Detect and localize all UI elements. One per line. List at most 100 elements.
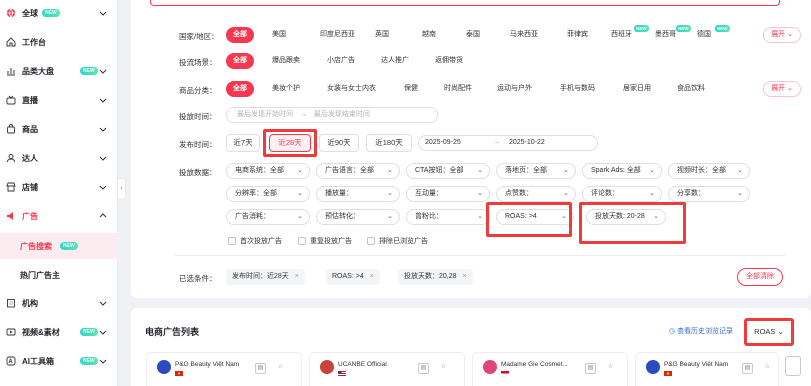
publish-time-180d[interactable]: 近180天 — [366, 134, 412, 152]
select-landing-page[interactable]: 落地页：全部 ⌄ — [496, 163, 576, 179]
launch-time-range-input[interactable]: 最后发现开始时间 → 最后发现结束时间 — [226, 107, 438, 123]
new-badge: NEW — [715, 25, 730, 32]
close-icon[interactable]: × — [370, 273, 374, 280]
star-icon[interactable]: ☆ — [275, 363, 286, 374]
condition-tag[interactable]: ROAS: >4 × — [326, 269, 380, 285]
category-option[interactable]: 运动与户外 — [490, 81, 539, 97]
sidebar-item-influencers[interactable]: 达人 — [0, 147, 118, 169]
ad-card[interactable]: Madame Gie Cosmet... ▤ ☆ — [472, 352, 628, 386]
select-views[interactable]: 播放量： ⌄ — [316, 186, 400, 202]
end-placeholder: 最后发现结束时间 — [313, 111, 370, 118]
sidebar-item-products[interactable]: 商品 — [0, 118, 118, 140]
select-resolution[interactable]: 分辨率：全部 ⌄ — [226, 186, 310, 202]
region-option[interactable]: 印度尼西亚 — [313, 27, 362, 43]
category-option[interactable]: 食品饮料 — [670, 81, 712, 97]
category-option[interactable]: 女装与女士内衣 — [320, 81, 383, 97]
sidebar-collapse-toggle[interactable]: ‹ — [118, 178, 126, 200]
sidebar-item-video-materials[interactable]: 视频&素材 NEW — [0, 321, 118, 343]
select-ad-spend[interactable]: 广告消耗： ⌄ — [226, 209, 310, 225]
expand-label: 展开 — [771, 85, 786, 92]
category-option[interactable]: 居家日用 — [616, 81, 658, 97]
select-label: 评论数： — [591, 190, 619, 197]
scene-option[interactable]: 小店广告 — [320, 53, 362, 69]
region-option[interactable]: 越南 — [415, 27, 443, 43]
region-option[interactable]: 马来西亚 — [503, 27, 545, 43]
close-icon[interactable]: × — [295, 273, 299, 280]
sidebar-item-label: 达人 — [22, 153, 38, 163]
publish-date-range-input[interactable]: 2025-09-25 → 2025-10-22 — [418, 135, 598, 151]
select-comments[interactable]: 评论数： ⌄ — [582, 186, 662, 202]
sort-roas-button[interactable]: ROAS ⌄ — [744, 318, 794, 346]
checkbox-first-launch[interactable]: 首次投放广告 — [228, 236, 282, 246]
select-label: Spark Ads: 全部 — [591, 167, 641, 174]
sidebar-item-label: 视频&素材 — [22, 327, 60, 337]
ad-card[interactable]: P&G Beauty Việt Nam ▤ ☆ — [146, 352, 302, 386]
sidebar-item-category-market[interactable]: 品类大盘 NEW — [0, 60, 118, 82]
highlight-box — [486, 202, 572, 237]
publish-time-90d[interactable]: 近90天 — [319, 134, 359, 152]
document-icon[interactable] — [785, 356, 801, 376]
sidebar-item-stores[interactable]: 店铺 — [0, 176, 118, 198]
sidebar-sub-item-ad-search[interactable]: 广告搜索 NEW — [0, 233, 118, 259]
select-ecommerce-system[interactable]: 电商系统：全部 ⌄ — [226, 163, 310, 179]
condition-tag[interactable]: 发布时间：近28天 × — [226, 269, 305, 285]
sidebar-item-agencies[interactable]: 机构 — [0, 292, 118, 314]
checkbox-box — [228, 237, 236, 245]
category-option-all[interactable]: 全部 — [226, 81, 254, 97]
select-follower-ratio[interactable]: 曾粉比： ⌄ — [406, 209, 490, 225]
select-ad-language[interactable]: 广告语言：全部 ⌄ — [316, 163, 400, 179]
avatar — [157, 360, 171, 374]
condition-tag[interactable]: 投放天数：20,28 × — [398, 269, 473, 285]
region-option[interactable]: 菲律宾 — [560, 27, 595, 43]
sidebar-item-global[interactable]: 全球 NEW — [0, 2, 118, 24]
select-est-conversions[interactable]: 预估转化： ⌄ — [316, 209, 400, 225]
category-option[interactable]: 时尚配件 — [437, 81, 479, 97]
category-option[interactable]: 美妆个护 — [265, 81, 307, 97]
close-icon[interactable]: × — [463, 273, 467, 280]
select-label: 落地页：全部 — [505, 167, 547, 174]
star-icon[interactable]: ☆ — [438, 363, 449, 374]
select-spark-ads[interactable]: Spark Ads: 全部 ⌄ — [582, 163, 662, 179]
ai-icon — [6, 356, 16, 366]
history-link-label: 查看历史浏览记录 — [677, 328, 734, 335]
checkbox-repeat-launch[interactable]: 重复投放广告 — [298, 236, 352, 246]
region-option[interactable]: 英国 — [368, 27, 396, 43]
clear-all-button[interactable]: 全部清除 — [737, 268, 783, 286]
select-cta-button[interactable]: CTA按钮：全部 ⌄ — [406, 163, 490, 179]
info-icon[interactable]: ▤ — [742, 363, 753, 374]
scene-option-all[interactable]: 全部 — [226, 53, 254, 69]
publish-time-7d[interactable]: 近7天 — [226, 134, 260, 152]
region-expand-button[interactable]: 展开 ⌄ — [763, 27, 801, 43]
sidebar-item-ads[interactable]: 广告 — [0, 205, 118, 227]
star-icon[interactable]: ☆ — [762, 363, 773, 374]
select-label: 电商系统：全部 — [235, 167, 284, 174]
scene-option[interactable]: 返佣带货 — [428, 53, 470, 69]
category-option[interactable]: 保健 — [397, 81, 425, 97]
select-likes[interactable]: 点赞数： ⌄ — [496, 186, 576, 202]
category-option[interactable]: 手机与数码 — [553, 81, 602, 97]
scene-option[interactable]: 达人推广 — [374, 53, 416, 69]
info-icon[interactable]: ▤ — [585, 363, 596, 374]
sidebar-item-live[interactable]: 直播 — [0, 89, 118, 111]
category-expand-button[interactable]: 展开 ⌄ — [763, 81, 801, 97]
star-icon[interactable]: ☆ — [605, 363, 616, 374]
region-option-all[interactable]: 全部 — [226, 27, 254, 43]
sidebar-item-workbench[interactable]: 工作台 — [0, 31, 118, 53]
sidebar-sub-item-top-advertisers[interactable]: 热门广告主 — [0, 262, 118, 288]
select-video-duration[interactable]: 视频时长：全部 ⌄ — [668, 163, 750, 179]
new-badge: NEW — [676, 25, 691, 32]
sidebar-item-ai-tools[interactable]: AI工具箱 NEW — [0, 350, 118, 372]
ad-card[interactable]: UCANBE Official ▤ ☆ — [309, 352, 465, 386]
region-option[interactable]: 泰国 — [459, 27, 487, 43]
scene-option[interactable]: 爆品跟卖 — [265, 53, 307, 69]
history-link[interactable]: ◷ 查看历史浏览记录 — [669, 326, 733, 336]
bag-icon — [6, 124, 16, 134]
select-shares[interactable]: 分享数： ⌄ — [668, 186, 750, 202]
info-icon[interactable]: ▤ — [418, 363, 429, 374]
checkbox-exclude-viewed[interactable]: 排除已浏览广告 — [367, 236, 428, 246]
region-option[interactable]: 德国 — [690, 27, 718, 43]
info-icon[interactable]: ▤ — [255, 363, 266, 374]
ad-card[interactable]: P&G Beauty Việt Nam ▤ ☆ — [635, 352, 779, 386]
select-interactions[interactable]: 互动量： ⌄ — [406, 186, 490, 202]
region-option[interactable]: 美国 — [265, 27, 293, 43]
